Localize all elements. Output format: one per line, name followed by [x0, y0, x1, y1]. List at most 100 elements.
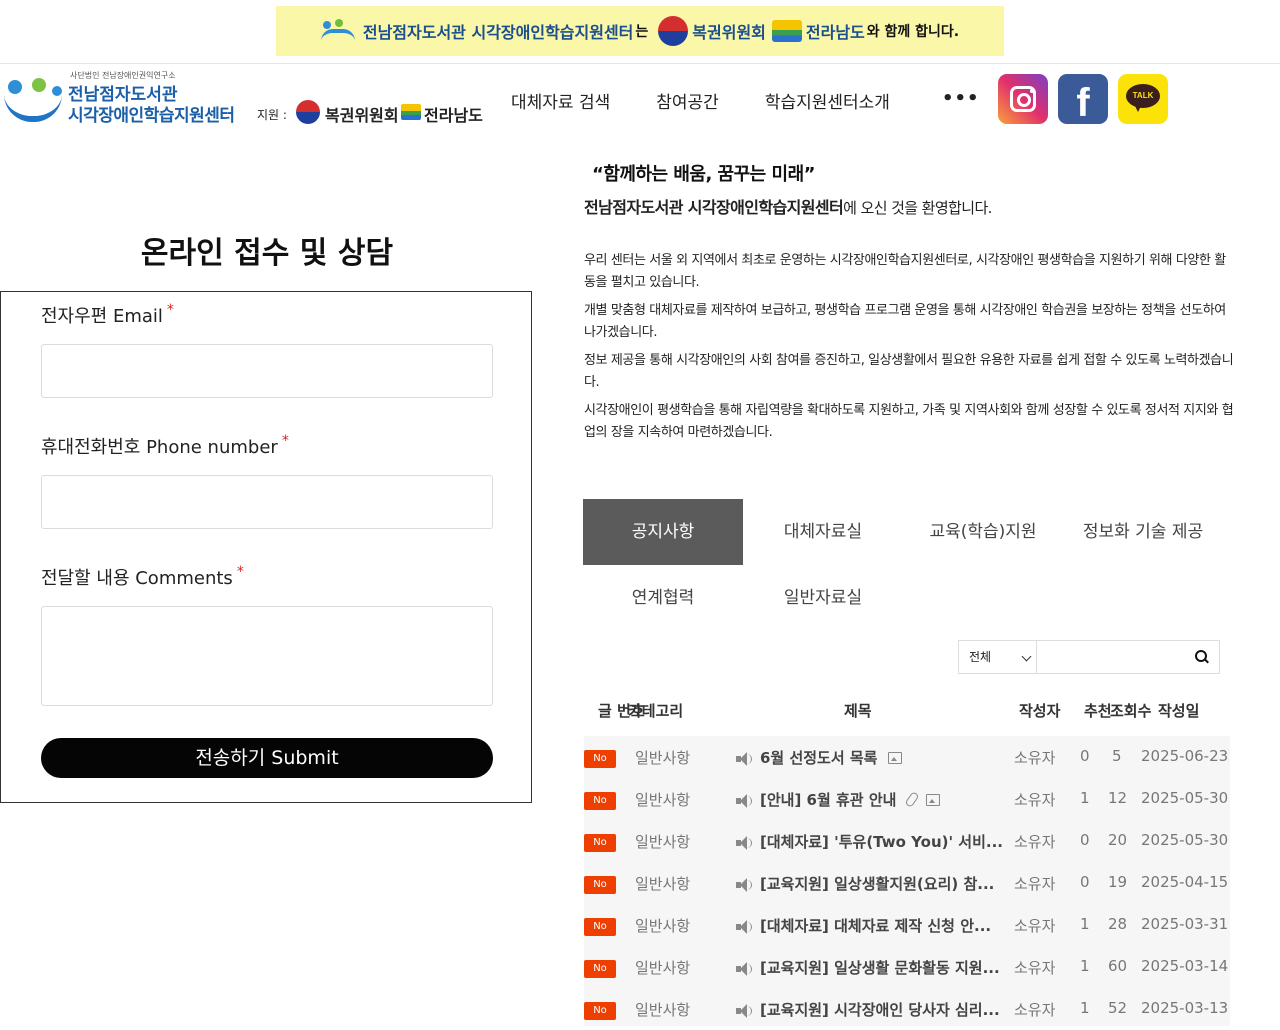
col-category: 카테고리	[628, 702, 684, 720]
row-title[interactable]: [안내] 6월 휴관 안내	[760, 789, 896, 810]
tab-cooperation[interactable]: 연계협력	[583, 565, 743, 631]
lottery-commission-logo-icon	[296, 100, 320, 124]
row-title[interactable]: [교육지원] 시각장애인 당사자 심리...	[760, 999, 1000, 1020]
logo-name-line2: 시각장애인학습지원센터	[68, 106, 235, 126]
intro-paragraph-2: 개별 맞춤형 대체자료를 제작하여 보급하고, 평생학습 프로그램 운영을 통해…	[584, 303, 1226, 340]
row-views: 60	[1108, 957, 1128, 975]
row-likes: 1	[1080, 915, 1090, 933]
table-row[interactable]: No 일반사항 [교육지원] 일상생활지원(요리) 참... 소유자 0 19 …	[584, 862, 1230, 904]
row-category: 일반사항	[635, 917, 691, 935]
main-nav: 대체자료 검색 참여공간 학습지원센터소개 •••	[511, 88, 979, 114]
table-row[interactable]: No 일반사항 [대체자료] 대체자료 제작 신청 안... 소유자 1 28 …	[584, 904, 1230, 946]
row-title[interactable]: 6월 선정도서 목록	[760, 747, 877, 768]
logo-supporter-2: 전라남도	[424, 106, 483, 125]
intro-paragraph-1: 우리 센터는 서울 외 지역에서 최초로 운영하는 시각장애인학습지원센터로, …	[584, 253, 1226, 290]
nav-more-button[interactable]: •••	[942, 88, 980, 114]
comments-label-text: 전달할 내용 Comments	[41, 568, 233, 589]
logo-supporter-1: 복권위원회	[325, 106, 399, 125]
row-likes: 0	[1080, 873, 1090, 891]
logo-support-label: 지원 :	[257, 108, 287, 122]
phone-field[interactable]	[41, 475, 493, 529]
row-date: 2025-03-31	[1141, 915, 1229, 933]
notice-badge: No	[584, 960, 616, 978]
header-divider	[0, 63, 1280, 64]
tab-notice[interactable]: 공지사항	[583, 499, 743, 565]
category-select[interactable]: 전체	[959, 641, 1037, 673]
row-title[interactable]: [교육지원] 일상생활 문화활동 지원...	[760, 957, 1000, 978]
table-row[interactable]: No 일반사항 6월 선정도서 목록 소유자 0 5 2025-06-23	[584, 736, 1230, 778]
instagram-button[interactable]	[998, 74, 1048, 124]
center-logo-icon	[320, 19, 357, 43]
email-field[interactable]	[41, 344, 493, 398]
jeonnam-logo-icon	[401, 104, 421, 120]
chevron-down-icon	[1021, 651, 1032, 662]
required-mark: *	[236, 564, 244, 580]
row-views: 20	[1108, 831, 1128, 849]
search-icon[interactable]	[1195, 650, 1209, 664]
table-row[interactable]: No 일반사항 [교육지원] 일상생활 문화활동 지원... 소유자 1 60 …	[584, 946, 1230, 988]
comments-label: 전달할 내용 Comments *	[41, 564, 244, 590]
facebook-button[interactable]: f	[1058, 74, 1108, 125]
row-author: 소유자	[1014, 1001, 1056, 1019]
welcome-rest: 에 오신 것을 환영합니다.	[843, 199, 992, 217]
search-input[interactable]	[1039, 641, 1193, 675]
row-date: 2025-04-15	[1141, 873, 1229, 891]
banner-tail: 와 함께 합니다.	[866, 24, 960, 40]
nav-item-about[interactable]: 학습지원센터소개	[765, 88, 890, 114]
email-label: 전자우편 Email *	[41, 302, 174, 328]
notice-badge: No	[584, 918, 616, 936]
attachment-icon	[904, 791, 920, 808]
table-row[interactable]: No 일반사항 [대체자료] '투유(Two You)' 서비... 소유자 0…	[584, 820, 1230, 862]
row-author: 소유자	[1014, 959, 1056, 977]
speaker-icon	[736, 836, 752, 850]
row-category: 일반사항	[635, 833, 691, 851]
row-category: 일반사항	[635, 791, 691, 809]
kakao-button[interactable]: TALK	[1118, 74, 1168, 124]
col-likes: 추천	[1084, 702, 1112, 720]
notice-badge: No	[584, 834, 616, 852]
row-title[interactable]: [대체자료] '투유(Two You)' 서비...	[760, 831, 1003, 852]
row-title[interactable]: [교육지원] 일상생활지원(요리) 참...	[760, 873, 994, 894]
tab-general-materials[interactable]: 일반자료실	[743, 565, 903, 631]
submit-button[interactable]: 전송하기 Submit	[41, 738, 493, 778]
site-logo[interactable]: 사단법인 전남장애인권익연구소 전남점자도서관 시각장애인학습지원센터 지원 :…	[4, 70, 494, 128]
phone-label: 휴대전화번호 Phone number *	[41, 433, 289, 459]
row-likes: 1	[1080, 999, 1090, 1017]
intro-paragraph-3: 정보 제공을 통해 시각장애인의 사회 참여를 증진하고, 일상생활에서 필요한…	[584, 353, 1234, 390]
table-row[interactable]: No 일반사항 [안내] 6월 휴관 안내 소유자 1 12 2025-05-3…	[584, 778, 1230, 820]
speaker-icon	[736, 962, 752, 976]
row-category: 일반사항	[635, 959, 691, 977]
notice-badge: No	[584, 750, 616, 768]
banner-org-name: 전남점자도서관 시각장애인학습지원센터	[362, 23, 634, 42]
slogan: “함께하는 배움, 꿈꾸는 미래”	[592, 164, 815, 185]
notice-badge: No	[584, 876, 616, 894]
nav-item-participation[interactable]: 참여공간	[656, 88, 719, 114]
required-mark: *	[281, 433, 289, 449]
row-views: 19	[1108, 873, 1128, 891]
tab-education-support[interactable]: 교육(학습)지원	[903, 499, 1063, 565]
row-title[interactable]: [대체자료] 대체자료 제작 신청 안...	[760, 915, 991, 936]
board-header: 글 번호 카테고리 제목 작성자 추천 조회수 작성일	[584, 690, 1230, 730]
instagram-lens	[1017, 93, 1031, 107]
category-selected: 전체	[969, 650, 992, 664]
instagram-dot	[1030, 89, 1034, 93]
required-mark: *	[166, 302, 174, 318]
tab-alternative-materials[interactable]: 대체자료실	[743, 499, 903, 565]
intro-paragraph-4: 시각장애인이 평생학습을 통해 자립역량을 확대하도록 지원하고, 가족 및 지…	[584, 403, 1234, 440]
comments-field[interactable]	[41, 606, 493, 706]
speaker-icon	[736, 794, 752, 808]
form-title: 온라인 접수 및 상담	[140, 236, 394, 271]
speaker-icon	[736, 1004, 752, 1018]
row-date: 2025-03-14	[1141, 957, 1229, 975]
center-logo-icon	[4, 78, 66, 122]
banner-particle: 는	[635, 24, 649, 40]
top-banner[interactable]: 전남점자도서관 시각장애인학습지원센터 는 복권위원회 전라남도 와 함께 합니…	[276, 6, 1004, 56]
col-views: 조회수	[1110, 702, 1152, 720]
speaker-icon	[736, 752, 752, 766]
welcome-text: 전남점자도서관 시각장애인학습지원센터에 오신 것을 환영합니다.	[584, 194, 992, 218]
row-views: 28	[1108, 915, 1128, 933]
notice-badge: No	[584, 792, 616, 810]
contact-form: 전자우편 Email * 휴대전화번호 Phone number * 전달할 내용 …	[0, 291, 532, 803]
tab-it-support[interactable]: 정보화 기술 제공	[1063, 499, 1223, 565]
nav-item-search[interactable]: 대체자료 검색	[511, 88, 610, 114]
